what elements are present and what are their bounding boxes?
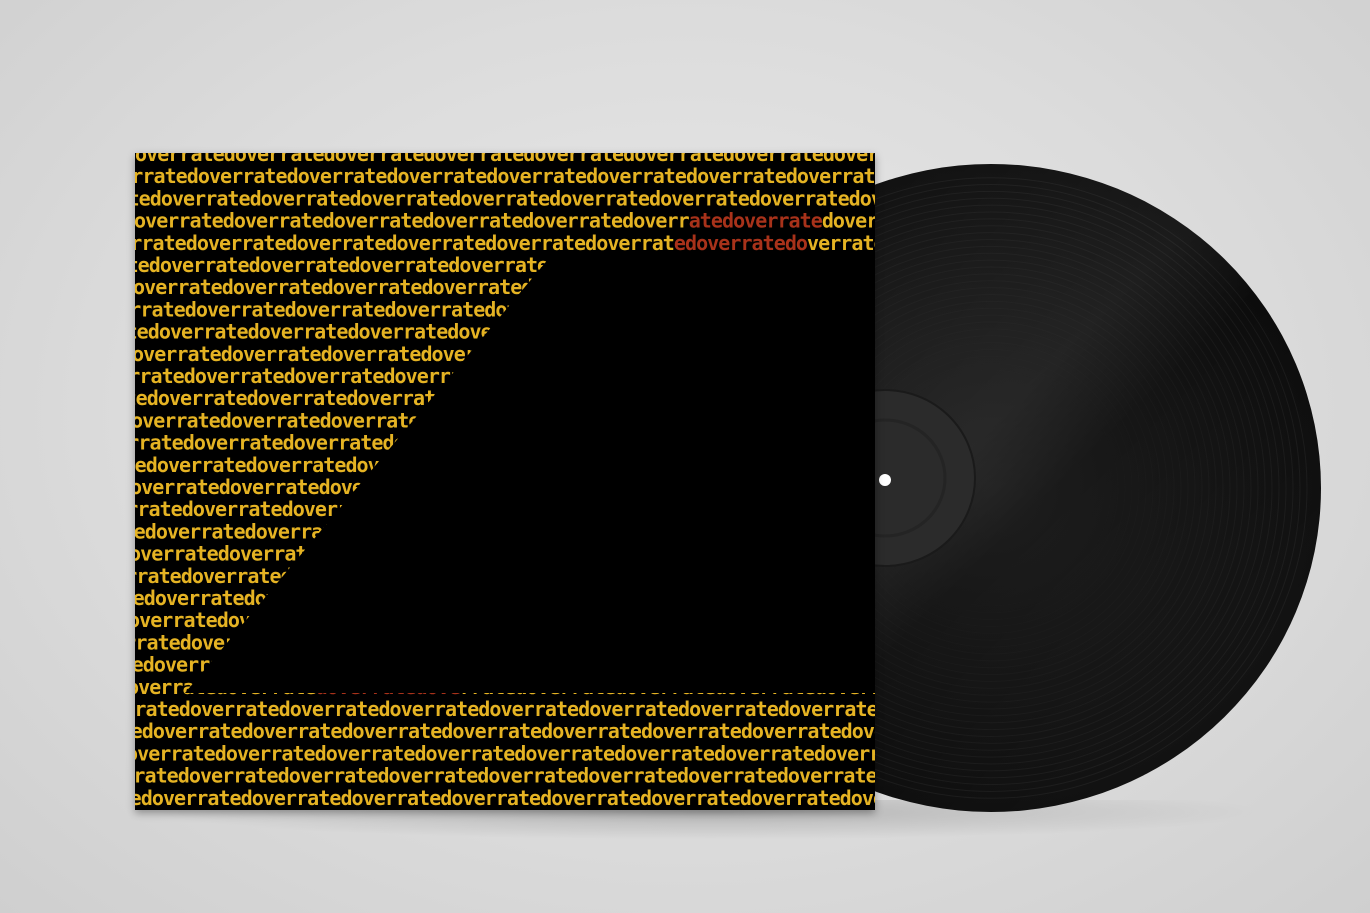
album-sleeve: overratedoverratedoverratedoverratedover…	[135, 153, 875, 810]
spindle-hole	[879, 474, 891, 486]
cover-art: overratedoverratedoverratedoverratedover…	[135, 153, 875, 810]
overrated-text-row: overratedoverratedoverratedoverratedover…	[135, 786, 875, 810]
overrated-text-row: overratedoverratedoverratedoverratedover…	[135, 697, 875, 721]
overrated-text-row: overratedoverratedoverratedoverratedover…	[135, 209, 875, 233]
overrated-text-row: overratedoverratedoverratedoverratedover…	[135, 186, 875, 210]
overrated-text-row: overratedoverratedoverratedoverratedover…	[135, 164, 875, 188]
overrated-text-row: overratedoverratedoverratedoverratedover…	[135, 764, 875, 788]
overrated-text-row: overratedoverratedoverratedoverratedover…	[135, 719, 875, 743]
overrated-text-row: overratedoverratedoverratedoverratedover…	[135, 741, 875, 765]
